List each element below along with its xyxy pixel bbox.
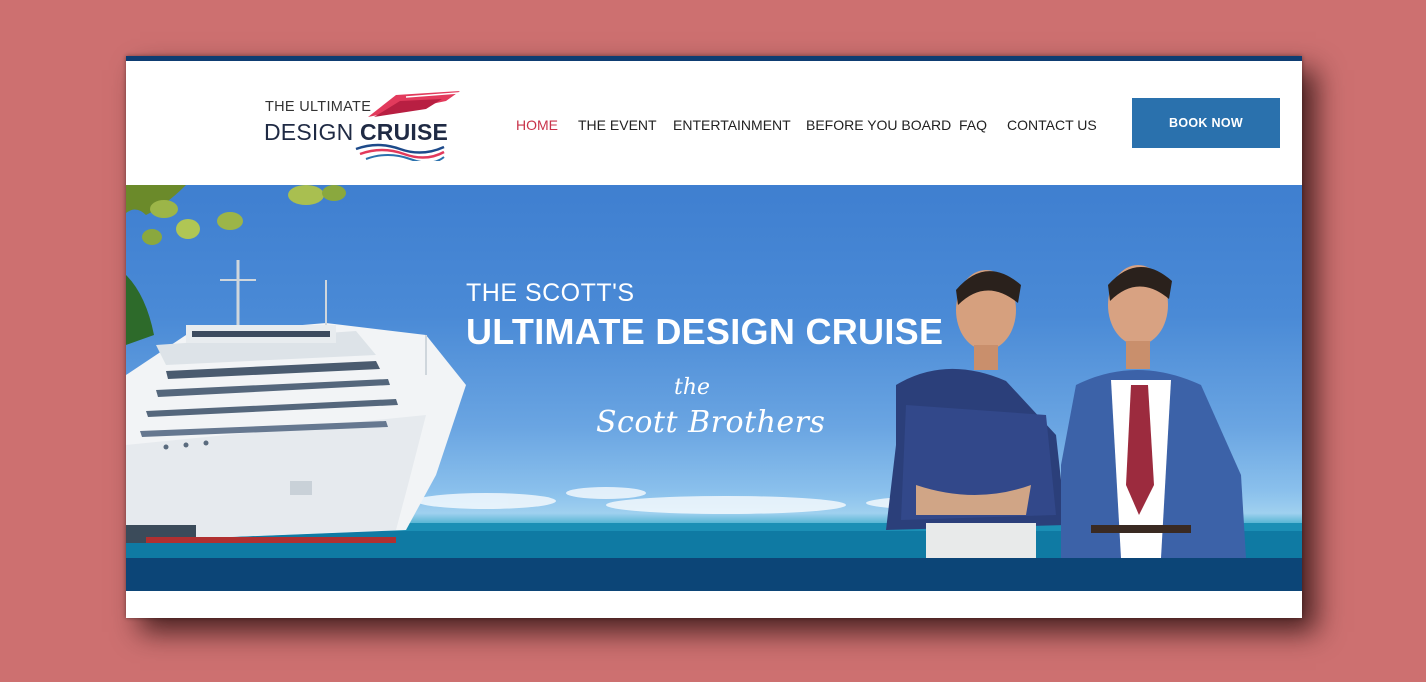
signature-the: the bbox=[674, 375, 711, 400]
nav-home[interactable]: HOME bbox=[516, 117, 558, 133]
hero-bottom-band bbox=[126, 558, 1302, 591]
nav-contact-us[interactable]: CONTACT US bbox=[1007, 117, 1097, 133]
waves-icon bbox=[355, 143, 445, 161]
site-logo[interactable]: THE ULTIMATE DESIGN CRUISE bbox=[262, 87, 462, 167]
logo-line2-regular: DESIGN bbox=[264, 119, 360, 145]
nav-faq[interactable]: FAQ bbox=[959, 117, 987, 133]
hero-banner: THE SCOTT'S ULTIMATE DESIGN CRUISE the S… bbox=[126, 185, 1302, 558]
browser-window: THE ULTIMATE DESIGN CRUISE HOME THE EVEN… bbox=[126, 56, 1302, 618]
scott-brother-right bbox=[1061, 265, 1246, 558]
cruise-ship bbox=[126, 260, 466, 543]
site-header: THE ULTIMATE DESIGN CRUISE HOME THE EVEN… bbox=[126, 61, 1302, 185]
nav-entertainment[interactable]: ENTERTAINMENT bbox=[673, 117, 791, 133]
hero-line1: THE SCOTT'S bbox=[466, 279, 635, 307]
ship-swoosh-icon bbox=[368, 91, 460, 117]
hero-title: ULTIMATE DESIGN CRUISE bbox=[466, 311, 944, 352]
nav-the-event[interactable]: THE EVENT bbox=[578, 117, 657, 133]
hero-scene-illustration bbox=[126, 185, 1302, 558]
scott-brothers-signature: Scott Brothers bbox=[596, 405, 826, 440]
book-now-button[interactable]: BOOK NOW bbox=[1132, 98, 1280, 148]
logo-line1: THE ULTIMATE bbox=[265, 99, 372, 115]
nav-before-you-board[interactable]: BEFORE YOU BOARD bbox=[806, 117, 951, 133]
palm-leaves bbox=[126, 185, 346, 345]
